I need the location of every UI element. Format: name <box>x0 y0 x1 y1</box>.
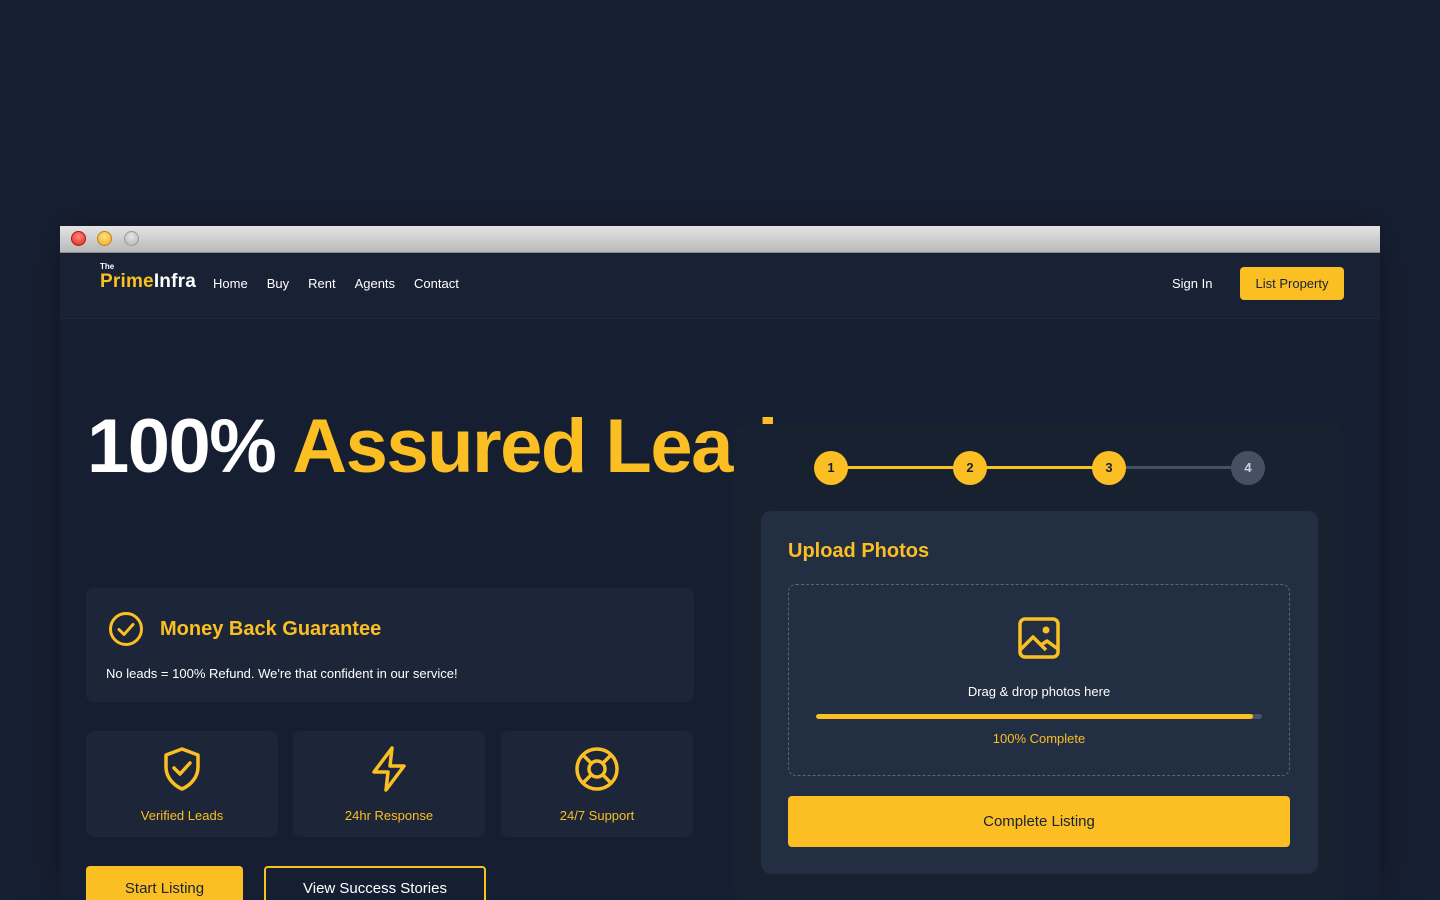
logo-prime: Prime <box>100 271 154 292</box>
close-window-button[interactable] <box>71 231 86 246</box>
feature-label: Verified Leads <box>140 808 224 823</box>
shield-check-icon <box>164 747 200 791</box>
guarantee-description: No leads = 100% Refund. We're that confi… <box>106 666 458 681</box>
feature-24hr-response: 24hr Response <box>293 731 485 837</box>
upload-progress-fill <box>816 714 1254 719</box>
sign-in-link[interactable]: Sign In <box>1172 276 1212 291</box>
feature-label: 24hr Response <box>344 808 434 823</box>
hero-title-white: 100% <box>87 404 277 489</box>
guarantee-title: Money Back Guarantee <box>160 618 382 640</box>
lifebuoy-icon <box>575 747 619 791</box>
brand-logo[interactable]: The PrimeInfra <box>100 262 196 293</box>
drop-instructions: Drag & drop photos here <box>967 684 1111 699</box>
check-circle-icon <box>108 611 144 652</box>
hero-title: 100% Assured Leads <box>87 404 819 489</box>
list-property-button[interactable]: List Property <box>1240 267 1344 300</box>
nav-agents-link[interactable]: Agents <box>355 276 395 291</box>
feature-label: 24/7 Support <box>559 808 635 823</box>
money-back-guarantee-card: Money Back Guarantee No leads = 100% Ref… <box>86 588 694 702</box>
step-2[interactable]: 2 <box>953 451 987 485</box>
main-nav: Home Buy Rent Agents Contact <box>213 276 459 291</box>
step-4[interactable]: 4 <box>1231 451 1265 485</box>
nav-contact-link[interactable]: Contact <box>414 276 459 291</box>
start-listing-button[interactable]: Start Listing <box>86 866 243 900</box>
nav-rent-link[interactable]: Rent <box>308 276 335 291</box>
nav-home-link[interactable]: Home <box>213 276 248 291</box>
upload-title: Upload Photos <box>788 540 930 562</box>
step-1[interactable]: 1 <box>814 451 848 485</box>
window-titlebar <box>60 226 1380 253</box>
feature-verified-leads: Verified Leads <box>86 731 278 837</box>
upload-progress-bar <box>816 714 1262 719</box>
lightning-icon <box>372 746 406 792</box>
view-success-stories-button[interactable]: View Success Stories <box>264 866 486 900</box>
minimize-window-button[interactable] <box>97 231 112 246</box>
step-connector-2 <box>970 466 1109 469</box>
maximize-window-button[interactable] <box>124 231 139 246</box>
logo-the: The <box>100 262 115 271</box>
browser-window: The PrimeInfra Home Buy Rent Agents Cont… <box>60 226 1380 900</box>
top-navbar: The PrimeInfra Home Buy Rent Agents Cont… <box>60 253 1380 319</box>
complete-listing-button[interactable]: Complete Listing <box>788 796 1290 847</box>
photo-dropzone[interactable]: Drag & drop photos here 100% Complete <box>788 584 1290 776</box>
logo-infra: Infra <box>153 271 196 292</box>
upload-photos-card: Upload Photos Drag & drop photos here 10… <box>761 511 1318 874</box>
nav-buy-link[interactable]: Buy <box>267 276 289 291</box>
step-connector-1 <box>831 466 970 469</box>
feature-24-7-support: 24/7 Support <box>501 731 693 837</box>
step-connector-3 <box>1109 466 1248 469</box>
progress-stepper: 1 2 3 4 <box>814 451 1268 485</box>
upload-progress-text: 100% Complete <box>992 731 1086 746</box>
step-3[interactable]: 3 <box>1092 451 1126 485</box>
image-icon <box>1017 616 1061 665</box>
